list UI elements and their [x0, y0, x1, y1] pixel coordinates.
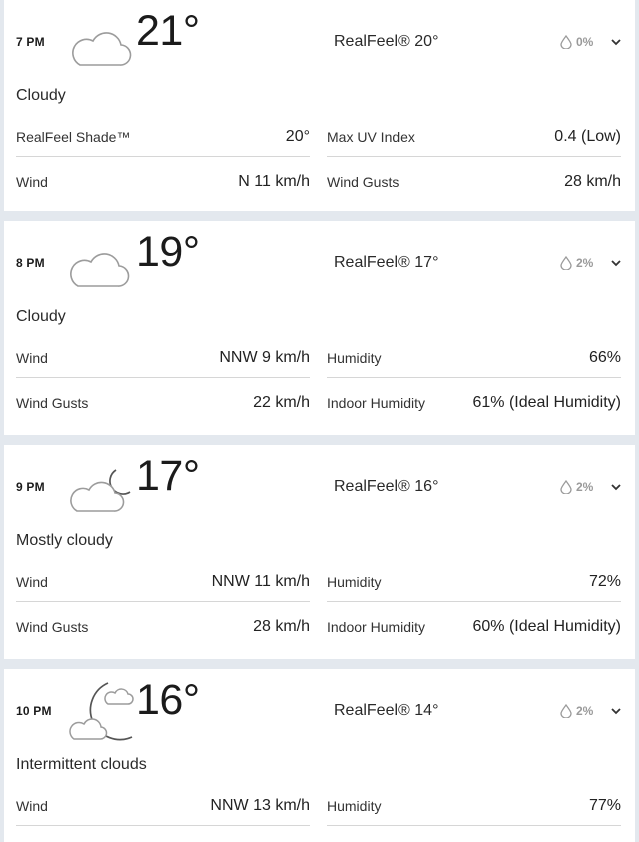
stat-humidity: Humidity 77%: [327, 782, 621, 826]
stat-value: 60% (Ideal Humidity): [472, 618, 622, 635]
realfeel: RealFeel® 16°: [334, 478, 439, 495]
stat-indoor-humidity: Indoor Humidity 60% (Ideal Humidity): [327, 603, 621, 647]
stat-wind: Wind NNW 11 km/h: [16, 558, 310, 602]
weather-phrase: Cloudy: [16, 87, 66, 104]
realfeel: RealFeel® 17°: [334, 254, 439, 271]
stat-wind-gusts: Wind Gusts 28 km/h: [16, 603, 310, 647]
weather-phrase: Cloudy: [16, 308, 66, 325]
stat-max-uv-index: Max UV Index 0.4 (Low): [327, 113, 621, 157]
stat-label: Humidity: [327, 574, 382, 590]
hour-time: 10 PM: [16, 704, 52, 718]
realfeel: RealFeel® 14°: [334, 702, 439, 719]
stat-humidity: Humidity 72%: [327, 558, 621, 602]
stat-value: 20°: [285, 128, 310, 145]
cloud-icon: [70, 253, 130, 287]
stat-label: Wind: [16, 574, 48, 590]
stat-label: RealFeel Shade™: [16, 129, 131, 145]
moon-clouds-icon: [69, 682, 134, 741]
temperature: 16°: [136, 676, 200, 724]
stat-label: Max UV Index: [327, 129, 415, 145]
stat-value: NNW 11 km/h: [211, 573, 310, 590]
stat-label: Indoor Humidity: [327, 395, 426, 411]
stat-value: 61% (Ideal Humidity): [472, 394, 622, 411]
stat-wind: Wind NNW 13 km/h: [16, 782, 310, 826]
stat-label: Wind: [16, 798, 48, 814]
precipitation-chance: 2%: [576, 480, 594, 494]
temperature: 17°: [136, 452, 200, 500]
weather-phrase: Mostly cloudy: [16, 532, 113, 549]
stat-label: Wind: [16, 350, 48, 366]
chevron-down-icon[interactable]: [610, 482, 622, 492]
stat-value: 28 km/h: [564, 173, 621, 190]
stat-label: Wind Gusts: [327, 174, 400, 190]
hourly-card[interactable]: 9 PM 17° RealFeel® 16° 2% Mostly cloudy …: [4, 445, 635, 659]
precipitation-chance: 2%: [576, 704, 594, 718]
stat-label: Wind: [16, 174, 48, 190]
stat-wind: Wind N 11 km/h: [16, 158, 310, 202]
temperature: 19°: [136, 228, 200, 276]
stat-label: Humidity: [327, 350, 382, 366]
stat-value: 72%: [588, 573, 621, 590]
raindrop-icon: [560, 35, 572, 49]
stat-wind-gusts: Wind Gusts 22 km/h: [16, 379, 310, 423]
hour-time: 7 PM: [16, 35, 45, 49]
chevron-down-icon[interactable]: [610, 37, 622, 47]
hourly-card[interactable]: 10 PM 16° RealFeel® 14° 2% Intermittent …: [4, 669, 635, 842]
stat-label: Humidity: [327, 798, 382, 814]
stat-value: NNW 9 km/h: [219, 349, 310, 366]
raindrop-icon: [560, 480, 572, 494]
stat-value: 77%: [588, 797, 621, 814]
chevron-down-icon[interactable]: [610, 706, 622, 716]
hourly-card[interactable]: 7 PM 21° RealFeel® 20° 0% Cloudy RealFee…: [4, 0, 635, 211]
hour-time: 9 PM: [16, 480, 45, 494]
realfeel: RealFeel® 20°: [334, 33, 439, 50]
stat-label: Wind Gusts: [16, 619, 89, 635]
temperature: 21°: [136, 7, 200, 55]
cloud-icon: [72, 32, 132, 66]
stat-value: 22 km/h: [253, 394, 310, 411]
precipitation-chance: 0%: [576, 35, 594, 49]
raindrop-icon: [560, 704, 572, 718]
stat-value: N 11 km/h: [238, 173, 310, 190]
chevron-down-icon[interactable]: [610, 258, 622, 268]
precipitation-chance: 2%: [576, 256, 594, 270]
stat-value: 28 km/h: [253, 618, 310, 635]
stat-label: Indoor Humidity: [327, 619, 426, 635]
stat-wind: Wind NNW 9 km/h: [16, 334, 310, 378]
stat-humidity: Humidity 66%: [327, 334, 621, 378]
stat-wind-gusts: Wind Gusts 28 km/h: [327, 158, 621, 202]
stat-realfeel-shade: RealFeel Shade™ 20°: [16, 113, 310, 157]
hourly-card[interactable]: 8 PM 19° RealFeel® 17° 2% Cloudy Wind NNW…: [4, 221, 635, 435]
raindrop-icon: [560, 256, 572, 270]
cloud-moon-icon: [70, 469, 131, 512]
stat-indoor-humidity: Indoor Humidity 61% (Ideal Humidity): [327, 379, 621, 423]
weather-phrase: Intermittent clouds: [16, 756, 147, 773]
stat-value: 66%: [588, 349, 621, 366]
hour-time: 8 PM: [16, 256, 45, 270]
stat-value: NNW 13 km/h: [210, 797, 310, 814]
stat-value: 0.4 (Low): [554, 128, 621, 145]
stat-label: Wind Gusts: [16, 395, 89, 411]
